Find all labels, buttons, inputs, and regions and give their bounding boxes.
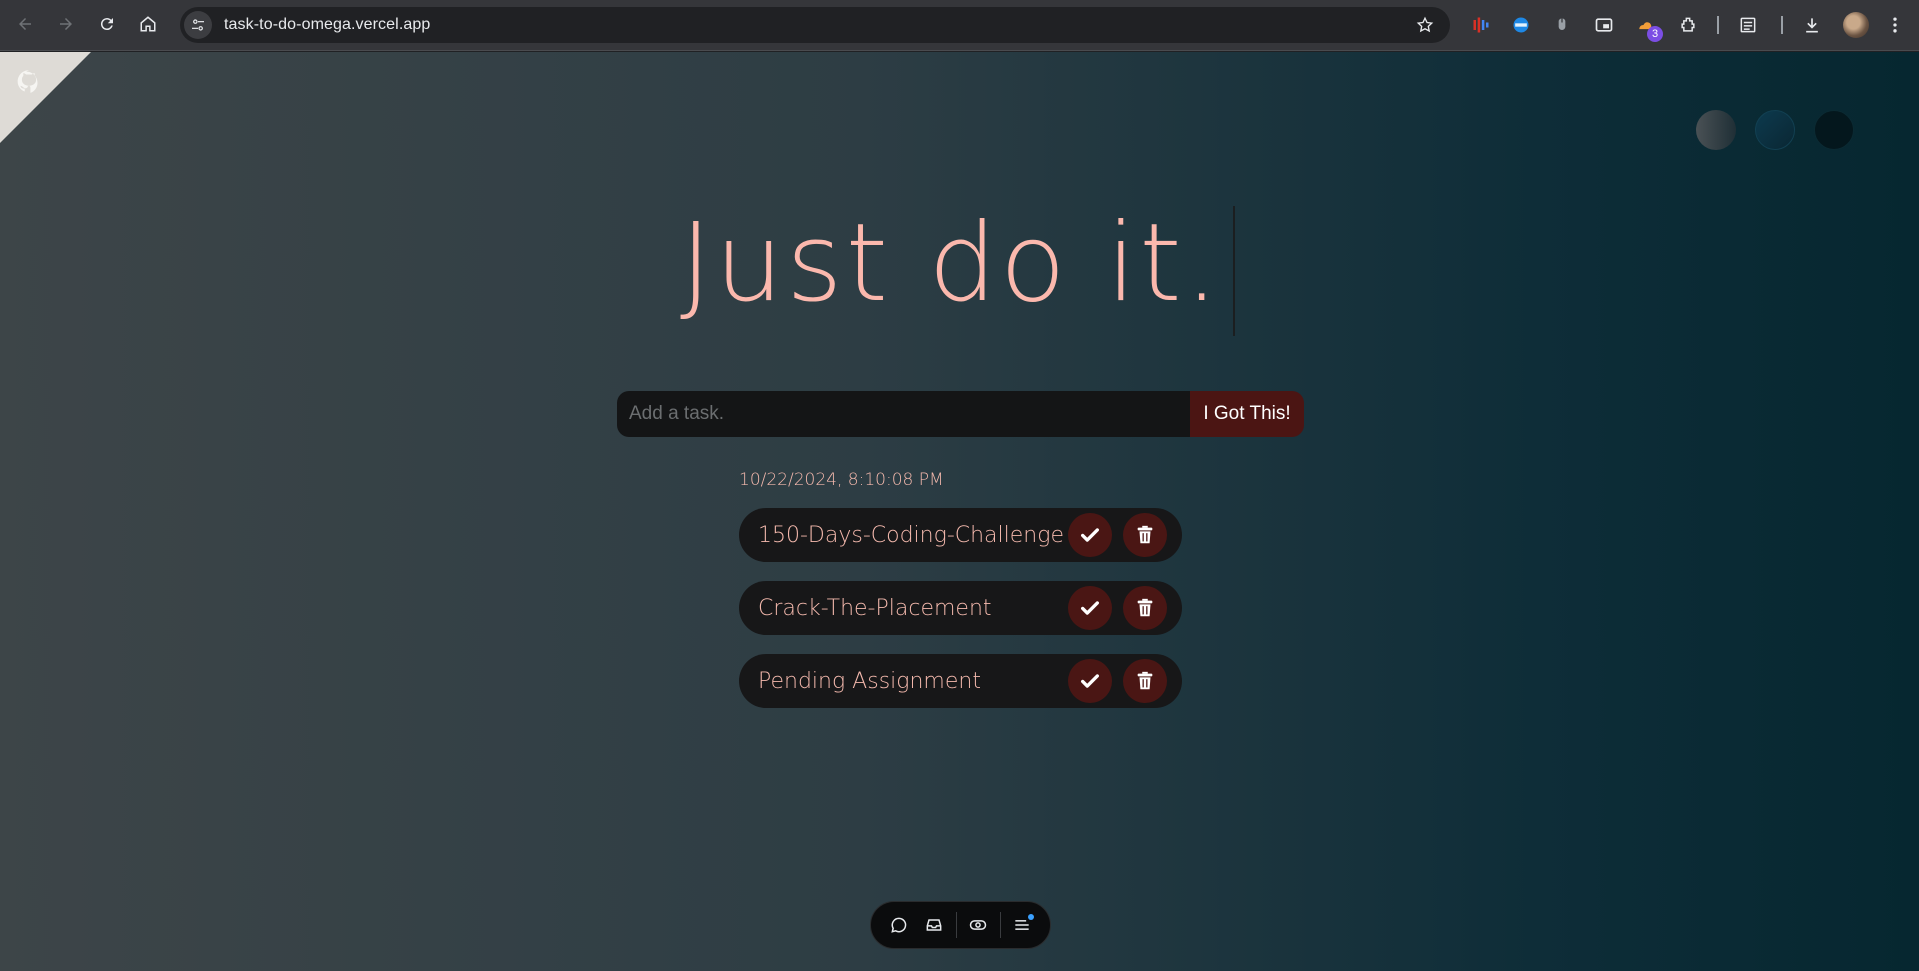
menu-button[interactable] — [1008, 911, 1036, 939]
extension-audio-icon[interactable] — [1468, 12, 1494, 38]
arrow-left-icon — [19, 18, 31, 30]
download-icon[interactable] — [1799, 12, 1825, 38]
notification-dot — [1028, 914, 1035, 920]
check-icon — [1081, 528, 1099, 542]
preview-toggle-button[interactable] — [964, 911, 992, 939]
floating-toolbar — [870, 901, 1051, 949]
toolbar-divider — [1717, 16, 1719, 34]
task-item: Crack-The-Placement — [739, 581, 1182, 635]
inbox-icon — [926, 919, 942, 931]
tune-icon — [192, 19, 204, 31]
task-item: Pending Assignment — [739, 654, 1182, 708]
extension-badge: 3 — [1647, 26, 1663, 42]
complete-task-button[interactable] — [1068, 659, 1112, 703]
check-icon — [1081, 601, 1099, 615]
home-icon — [140, 16, 156, 32]
github-octocat-icon[interactable] — [12, 66, 46, 100]
address-bar[interactable]: task-to-do-omega.vercel.app — [180, 7, 1450, 43]
task-list: 150-Days-Coding-Challenge Crack-The-Plac… — [739, 508, 1182, 727]
reload-button[interactable] — [91, 8, 123, 40]
task-item: 150-Days-Coding-Challenge — [739, 508, 1182, 562]
toolbar-separator — [955, 912, 957, 938]
complete-task-button[interactable] — [1068, 513, 1112, 557]
home-button[interactable] — [132, 8, 164, 40]
page-viewport: Just do it. I Got This! 10/22/2024, 8:10… — [0, 52, 1919, 971]
trash-icon — [1137, 671, 1153, 690]
datetime-display: 10/22/2024, 8:10:08 PM — [739, 470, 944, 490]
theme-selector — [1696, 110, 1854, 150]
extension-globe-icon[interactable] — [1508, 12, 1534, 38]
add-task-button[interactable]: I Got This! — [1190, 391, 1304, 437]
add-task-form: I Got This! — [617, 391, 1304, 437]
trash-icon — [1137, 525, 1153, 544]
task-text: 150-Days-Coding-Challenge — [758, 522, 1064, 548]
complete-task-button[interactable] — [1068, 586, 1112, 630]
extension-cloud-icon[interactable]: 3 — [1633, 12, 1663, 42]
check-icon — [1081, 674, 1099, 688]
extension-window-icon[interactable] — [1591, 12, 1617, 38]
kebab-menu-icon[interactable] — [1882, 12, 1908, 38]
darker-theme-button[interactable] — [1814, 110, 1854, 150]
toolbar-separator — [999, 912, 1001, 938]
arrow-right-icon — [60, 18, 72, 30]
url-text: task-to-do-omega.vercel.app — [224, 16, 431, 33]
forward-button[interactable] — [50, 8, 82, 40]
standard-theme-button[interactable] — [1696, 110, 1736, 150]
delete-task-button[interactable] — [1123, 513, 1167, 557]
task-text: Pending Assignment — [758, 668, 981, 694]
site-info-button[interactable] — [184, 11, 212, 39]
title-cursor — [1233, 206, 1235, 336]
extensions-puzzle-icon[interactable] — [1675, 12, 1701, 38]
reading-list-icon[interactable] — [1735, 12, 1761, 38]
page-title: Just do it. — [680, 201, 1222, 326]
toggle-icon — [970, 920, 987, 930]
toolbar-divider — [1781, 16, 1783, 34]
delete-task-button[interactable] — [1123, 586, 1167, 630]
task-input[interactable] — [617, 391, 1190, 437]
profile-avatar[interactable] — [1843, 12, 1869, 38]
reload-icon — [100, 18, 113, 31]
inbox-button[interactable] — [920, 911, 948, 939]
back-button[interactable] — [9, 8, 41, 40]
bookmark-star-icon[interactable] — [1416, 16, 1434, 34]
trash-icon — [1137, 598, 1153, 617]
task-text: Crack-The-Placement — [758, 595, 992, 621]
chat-bubble-icon — [891, 917, 907, 933]
light-theme-button[interactable] — [1755, 110, 1795, 150]
extension-mouse-icon[interactable] — [1549, 12, 1575, 38]
delete-task-button[interactable] — [1123, 659, 1167, 703]
browser-toolbar: task-to-do-omega.vercel.app 3 — [0, 0, 1919, 51]
comment-button[interactable] — [885, 911, 913, 939]
